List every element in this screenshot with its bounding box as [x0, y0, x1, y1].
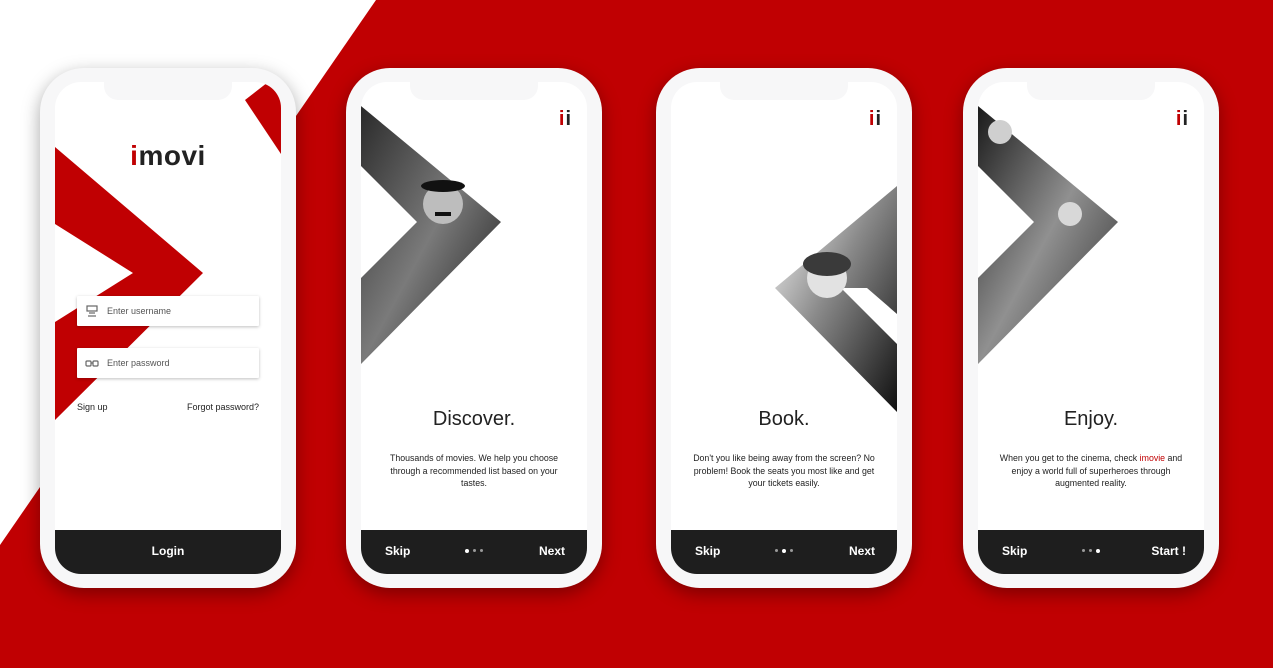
phone-notch	[104, 82, 232, 100]
phone-login: imovi Sign up Forgot password? Login	[40, 68, 296, 588]
page-dot	[480, 549, 483, 552]
imovi-logo: imovi	[130, 140, 206, 171]
skip-button[interactable]: Skip	[1002, 544, 1027, 558]
username-input[interactable]	[107, 302, 253, 320]
onboarding-description: When you get to the cinema, check imovie…	[999, 453, 1183, 488]
page-indicator	[775, 548, 793, 555]
skip-button[interactable]: Skip	[695, 544, 720, 558]
onboarding-description: Don't you like being away from the scree…	[693, 453, 875, 488]
password-field[interactable]	[77, 348, 259, 378]
onboarding-title: Enjoy.	[1063, 408, 1119, 430]
discover-screen: ii Discover. Thousands of movies. We hel…	[361, 82, 587, 574]
page-dot	[1082, 549, 1085, 552]
login-bar: Login	[55, 530, 281, 574]
enjoy-screen: ii Enjoy. When you get to the cinema, ch…	[978, 82, 1204, 574]
phone-discover: ii Discover. Thousands of movies. We hel…	[346, 68, 602, 588]
phone-enjoy: ii Enjoy. When you get to the cinema, ch…	[963, 68, 1219, 588]
phone-notch	[720, 82, 848, 100]
book-screen: ii Book. Don't you like being away from …	[671, 82, 897, 574]
onboarding-title: Discover.	[432, 408, 516, 430]
phone-notch	[410, 82, 538, 100]
user-icon	[86, 305, 98, 317]
onboarding-title: Book.	[758, 408, 810, 430]
film-still-image	[978, 106, 1118, 364]
next-button[interactable]: Next	[849, 544, 875, 558]
login-screen: imovi Sign up Forgot password? Login	[55, 82, 281, 574]
page-indicator	[1082, 548, 1100, 555]
username-field[interactable]	[77, 296, 259, 326]
film-still-image	[361, 106, 501, 364]
skip-button[interactable]: Skip	[385, 544, 410, 558]
onboarding-bar: Skip Next	[361, 530, 587, 574]
next-button[interactable]: Next	[539, 544, 565, 558]
password-input[interactable]	[107, 354, 253, 372]
page-dot	[1089, 549, 1092, 552]
film-still-image	[775, 186, 897, 412]
page-dot	[790, 549, 793, 552]
onboarding-bar: Skip Next	[671, 530, 897, 574]
onboarding-description: Thousands of movies. We help you choose …	[389, 453, 559, 488]
phone-book: ii Book. Don't you like being away from …	[656, 68, 912, 588]
glasses-icon	[85, 360, 99, 367]
login-button[interactable]: Login	[55, 544, 281, 558]
phone-notch	[1027, 82, 1155, 100]
start-button[interactable]: Start !	[1151, 544, 1186, 558]
page-dot	[1096, 548, 1100, 553]
onboarding-bar: Skip Start !	[978, 530, 1204, 574]
page-dot	[465, 548, 469, 553]
page-indicator	[465, 548, 483, 555]
page-dot	[775, 549, 778, 552]
page-dot	[473, 549, 476, 552]
signup-link[interactable]: Sign up	[77, 402, 108, 412]
forgot-password-link[interactable]: Forgot password?	[187, 402, 259, 412]
page-dot	[782, 548, 786, 553]
